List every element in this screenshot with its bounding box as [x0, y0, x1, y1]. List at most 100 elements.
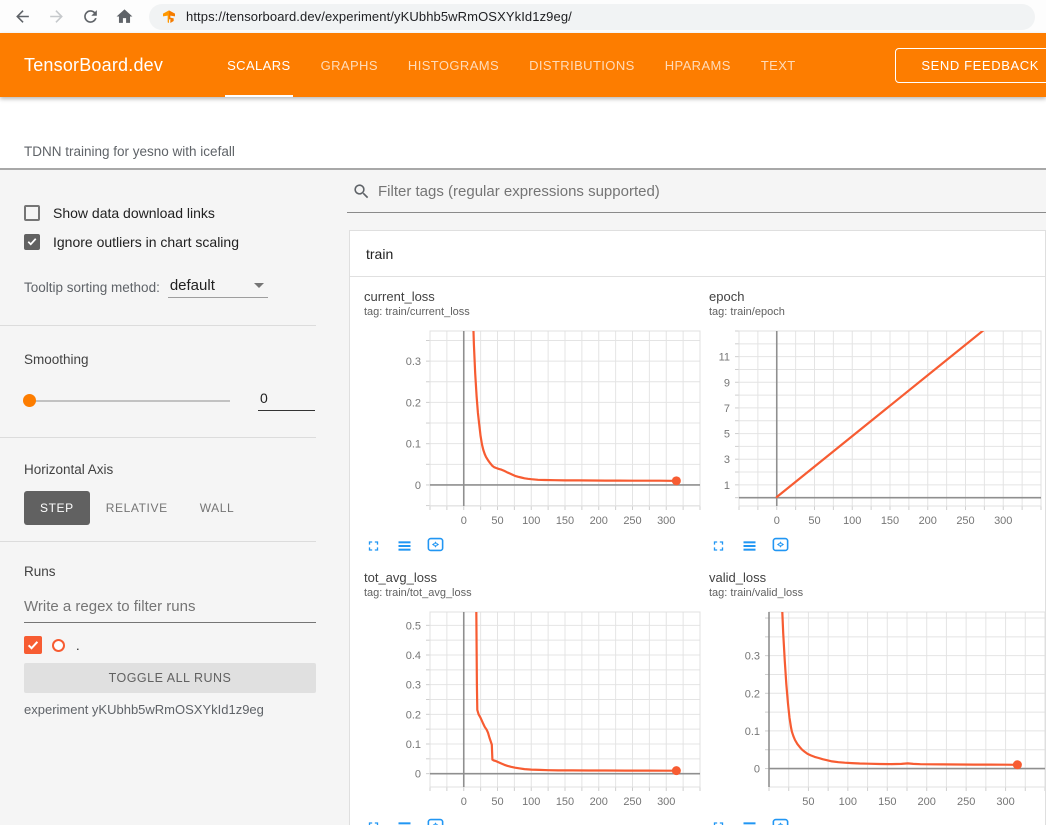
experiment-id-line: experiment yKUbhb5wRmOSXYkId1z9eg: [24, 702, 316, 717]
show-download-links-row[interactable]: Show data download links: [24, 202, 316, 223]
chart-title: valid_loss: [709, 570, 1045, 585]
horizontal-axis-label: Horizontal Axis: [24, 462, 316, 477]
smoothing-slider-thumb[interactable]: [23, 394, 36, 407]
ignore-outliers-row[interactable]: Ignore outliers in chart scaling: [24, 231, 316, 252]
forward-icon[interactable]: [47, 7, 66, 26]
axis-button-wall[interactable]: WALL: [184, 491, 251, 525]
fullscreen-icon[interactable]: [709, 816, 728, 825]
chart-toolbar: [709, 535, 1045, 554]
chart-title: tot_avg_loss: [364, 570, 709, 585]
svg-text:0.2: 0.2: [406, 397, 421, 409]
svg-text:5: 5: [724, 429, 730, 441]
horizontal-axis-buttons: STEPRELATIVEWALL: [24, 491, 316, 525]
chart-toolbar: [709, 816, 1045, 825]
tab-scalars[interactable]: SCALARS: [212, 33, 306, 97]
back-icon[interactable]: [13, 7, 32, 26]
train-card: train current_losstag: train/current_los…: [349, 230, 1046, 825]
toggle-all-runs-button[interactable]: TOGGLE ALL RUNS: [24, 663, 316, 693]
ignore-outliers-checkbox[interactable]: [24, 234, 40, 250]
svg-text:250: 250: [623, 515, 641, 527]
svg-text:150: 150: [556, 515, 574, 527]
svg-text:200: 200: [590, 796, 608, 808]
svg-text:200: 200: [590, 515, 608, 527]
fit-domain-icon[interactable]: [771, 816, 790, 825]
show-download-links-checkbox[interactable]: [24, 205, 40, 221]
reload-icon[interactable]: [81, 7, 100, 26]
smoothing-value-input[interactable]: 0: [258, 390, 315, 411]
svg-text:0: 0: [461, 796, 467, 808]
run-row: .: [24, 636, 316, 654]
main-panel: Filter tags (regular expressions support…: [347, 170, 1046, 825]
svg-text:200: 200: [919, 515, 937, 527]
svg-text:0.2: 0.2: [745, 688, 760, 700]
chart-tag: tag: train/tot_avg_loss: [364, 587, 709, 599]
chart-toolbar: [364, 535, 709, 554]
chevron-down-icon: [254, 283, 264, 288]
svg-text:150: 150: [556, 796, 574, 808]
experiment-title-row: TDNN training for yesno with icefall: [0, 97, 1046, 170]
tab-distributions[interactable]: DISTRIBUTIONS: [514, 33, 650, 97]
ignore-outliers-label: Ignore outliers in chart scaling: [53, 234, 239, 250]
svg-text:250: 250: [956, 515, 974, 527]
svg-text:100: 100: [839, 796, 857, 808]
svg-text:0: 0: [461, 515, 467, 527]
fullscreen-icon[interactable]: [709, 535, 728, 554]
settings-sidebar: Show data download links Ignore outliers…: [0, 170, 347, 825]
svg-text:300: 300: [996, 796, 1014, 808]
svg-text:0: 0: [774, 515, 780, 527]
svg-text:0.3: 0.3: [406, 680, 421, 692]
runs-selector-icon[interactable]: [395, 816, 414, 825]
runs-selector-icon[interactable]: [395, 535, 414, 554]
chart-plot-tot_avg_loss[interactable]: 05010015020025030000.10.20.30.40.5: [364, 604, 709, 810]
train-section-header[interactable]: train: [350, 231, 1045, 277]
fit-domain-icon[interactable]: [426, 816, 445, 825]
svg-text:250: 250: [957, 796, 975, 808]
svg-text:0.3: 0.3: [406, 356, 421, 368]
chart-plot-current_loss[interactable]: 05010015020025030000.10.20.3: [364, 323, 709, 529]
fullscreen-icon[interactable]: [364, 535, 383, 554]
fit-domain-icon[interactable]: [771, 535, 790, 554]
send-feedback-button[interactable]: SEND FEEDBACK: [895, 48, 1046, 83]
smoothing-label: Smoothing: [24, 352, 316, 367]
axis-button-relative[interactable]: RELATIVE: [90, 491, 184, 525]
tensorboard-favicon: [161, 9, 177, 25]
axis-button-step[interactable]: STEP: [24, 491, 90, 525]
chart-card-tot_avg_loss: tot_avg_losstag: train/tot_avg_loss05010…: [364, 570, 709, 825]
tooltip-sorting-label: Tooltip sorting method:: [24, 280, 160, 298]
tab-histograms[interactable]: HISTOGRAMS: [393, 33, 514, 97]
runs-filter-input[interactable]: Write a regex to filter runs: [24, 598, 316, 623]
svg-text:300: 300: [994, 515, 1012, 527]
fullscreen-icon[interactable]: [364, 816, 383, 825]
tab-text[interactable]: TEXT: [746, 33, 811, 97]
tab-graphs[interactable]: GRAPHS: [306, 33, 393, 97]
address-bar[interactable]: https://tensorboard.dev/experiment/yKUbh…: [149, 4, 1035, 30]
tooltip-sorting-select[interactable]: default: [168, 277, 268, 298]
chart-card-epoch: epochtag: train/epoch0501001502002503001…: [709, 289, 1045, 554]
chart-plot-valid_loss[interactable]: 5010015020025030000.10.20.3: [709, 604, 1045, 810]
app-header: TensorBoard.dev SCALARSGRAPHSHISTOGRAMSD…: [0, 33, 1046, 97]
runs-selector-icon[interactable]: [740, 816, 759, 825]
runs-selector-icon[interactable]: [740, 535, 759, 554]
smoothing-slider[interactable]: [24, 400, 230, 402]
chart-toolbar: [364, 816, 709, 825]
chart-plot-epoch[interactable]: 0501001502002503001357911: [709, 323, 1045, 529]
svg-text:9: 9: [724, 377, 730, 389]
svg-text:3: 3: [724, 454, 730, 466]
filter-tags-input[interactable]: Filter tags (regular expressions support…: [347, 170, 1046, 213]
svg-text:11: 11: [719, 352, 730, 364]
svg-text:0.5: 0.5: [406, 620, 421, 632]
chart-tag: tag: train/valid_loss: [709, 587, 1045, 599]
svg-text:7: 7: [724, 403, 730, 415]
run-color-swatch: [52, 639, 65, 652]
home-icon[interactable]: [115, 7, 134, 26]
url-text: https://tensorboard.dev/experiment/yKUbh…: [186, 9, 572, 24]
run-checkbox[interactable]: [24, 636, 42, 654]
filter-tags-placeholder: Filter tags (regular expressions support…: [378, 183, 660, 200]
svg-text:0.2: 0.2: [406, 709, 421, 721]
svg-text:150: 150: [878, 796, 896, 808]
run-name: .: [76, 638, 80, 653]
fit-domain-icon[interactable]: [426, 535, 445, 554]
tab-hparams[interactable]: HPARAMS: [650, 33, 746, 97]
browser-toolbar: https://tensorboard.dev/experiment/yKUbh…: [0, 0, 1046, 33]
chart-tag: tag: train/epoch: [709, 306, 1045, 318]
